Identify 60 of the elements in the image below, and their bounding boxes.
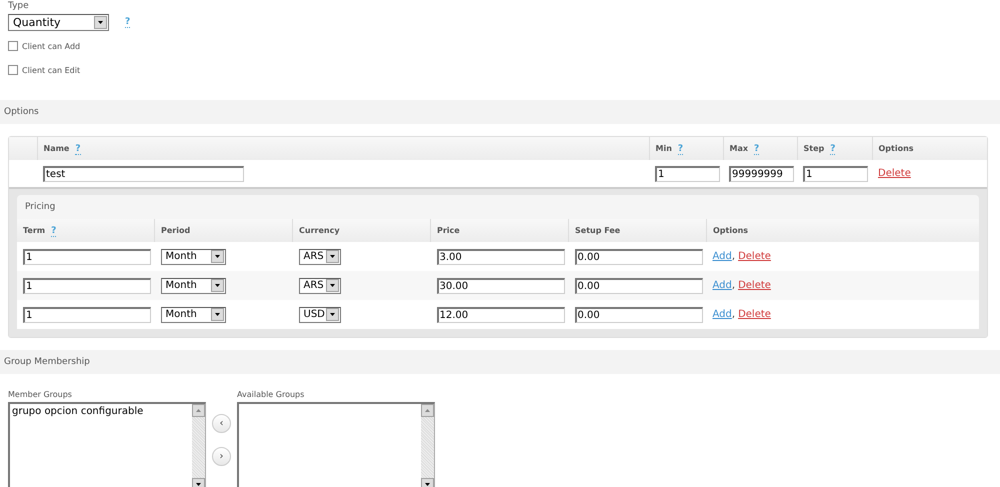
column-header: Period	[161, 226, 190, 235]
field-label: Type	[8, 0, 30, 12]
move-button[interactable]: ‹	[212, 414, 231, 433]
column-header: Term	[23, 226, 46, 234]
scrollbar[interactable]	[421, 404, 434, 487]
column-header: Setup Fee	[575, 226, 620, 235]
member-groups-list[interactable]: grupo opcion configurable	[8, 402, 206, 487]
column-header: Price	[437, 226, 460, 235]
add-link[interactable]: Add	[712, 309, 732, 320]
field-label: Available Groups	[237, 389, 306, 401]
scroll-up-icon[interactable]	[421, 404, 434, 417]
input-field[interactable]: 3.00	[436, 248, 564, 264]
period-select[interactable]: Month	[160, 278, 226, 294]
delete-link[interactable]: Delete	[738, 251, 771, 262]
checkbox[interactable]	[8, 65, 18, 75]
type-select[interactable]: Quantity	[8, 14, 109, 31]
period-select[interactable]: Month	[160, 306, 226, 322]
column-header: Currency	[299, 226, 340, 235]
add-link[interactable]: Add	[712, 251, 732, 262]
panel-title: Pricing	[24, 201, 56, 214]
column-header: Name	[44, 144, 70, 152]
checkbox[interactable]	[8, 41, 18, 51]
separator-text: ,	[732, 251, 736, 262]
input-field[interactable]: test	[43, 166, 244, 182]
list-item[interactable]: grupo opcion configurable	[12, 406, 190, 417]
input-field[interactable]: 30.00	[436, 278, 564, 294]
section-header: Options	[0, 100, 1000, 124]
currency-select[interactable]: ARS	[298, 278, 340, 294]
input-field[interactable]: 12.00	[436, 306, 564, 322]
period-select[interactable]: Month	[160, 248, 226, 264]
delete-link[interactable]: Delete	[878, 168, 911, 179]
input-field[interactable]: 99999999	[729, 166, 794, 182]
column-header: Step	[804, 144, 824, 152]
currency-select[interactable]: USD	[298, 306, 340, 322]
column-header: Options	[713, 226, 748, 235]
input-field[interactable]: 1	[23, 306, 151, 322]
input-field[interactable]: 0.00	[574, 278, 702, 294]
column-header: Options	[878, 144, 914, 153]
input-field[interactable]: 1	[655, 166, 720, 182]
input-field[interactable]: 0.00	[574, 248, 702, 264]
input-field[interactable]: 0.00	[574, 306, 702, 322]
delete-link[interactable]: Delete	[738, 280, 771, 291]
field-label: Member Groups	[8, 389, 73, 401]
delete-link[interactable]: Delete	[738, 309, 771, 320]
column-header: Min	[656, 144, 672, 152]
header-cell	[9, 137, 37, 160]
input-field[interactable]: 1	[23, 248, 151, 264]
checkbox-label: Client can Edit	[22, 66, 80, 74]
separator-text: ,	[732, 280, 736, 291]
input-field[interactable]: 1	[803, 166, 868, 182]
separator-text: ,	[732, 309, 736, 320]
currency-select[interactable]: ARS	[298, 248, 340, 264]
scroll-up-icon[interactable]	[192, 404, 205, 417]
available-groups-list[interactable]	[237, 402, 435, 487]
move-button[interactable]: ›	[212, 447, 231, 466]
scrollbar[interactable]	[192, 404, 205, 487]
input-field[interactable]: 1	[23, 278, 151, 294]
column-header: Max	[730, 144, 748, 152]
checkbox-label: Client can Add	[22, 42, 80, 50]
section-header: Group Membership	[0, 350, 1000, 374]
